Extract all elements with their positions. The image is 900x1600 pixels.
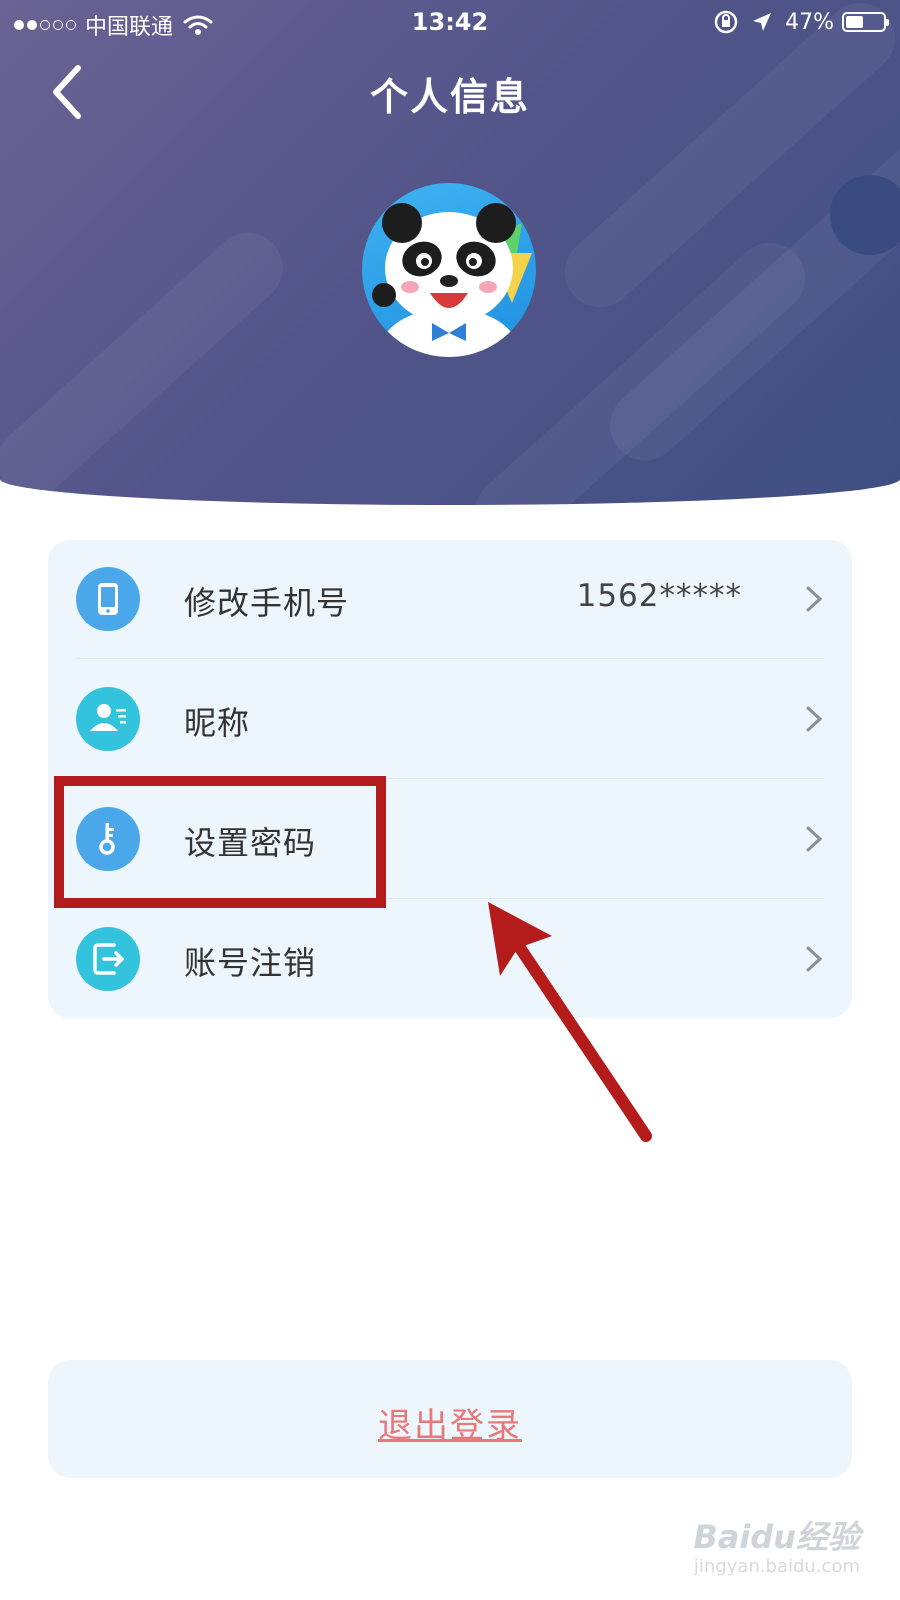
exit-icon (76, 927, 140, 991)
location-arrow-icon (753, 13, 772, 31)
chevron-right-icon (806, 586, 823, 612)
phone-icon (76, 567, 140, 631)
nickname-row[interactable]: 昵称 (48, 660, 852, 778)
logout-label: 退出登录 (378, 1406, 522, 1446)
divider (76, 658, 824, 659)
panda-avatar-image (372, 203, 532, 357)
watermark-url: jingyan.baidu.com (693, 1556, 860, 1577)
rotation-lock-icon (714, 10, 738, 34)
phone-number-value: 1562***** (576, 578, 742, 614)
change-phone-row[interactable]: 修改手机号 1562***** (48, 540, 852, 658)
nickname-label: 昵称 (184, 704, 251, 742)
user-card-icon (76, 687, 140, 751)
chevron-right-icon (806, 706, 823, 732)
deactivate-account-row[interactable]: 账号注销 (48, 900, 852, 1018)
battery-percent: 47% (785, 9, 834, 35)
logout-button[interactable]: 退出登录 (48, 1360, 852, 1478)
avatar[interactable] (362, 183, 536, 357)
deactivate-account-label: 账号注销 (184, 944, 317, 982)
decorative-circle (830, 175, 900, 255)
chevron-right-icon (806, 826, 823, 852)
page-title: 个人信息 (369, 75, 530, 119)
chevron-right-icon (806, 946, 823, 972)
battery-icon (842, 12, 889, 32)
annotation-highlight-box (54, 776, 386, 908)
change-phone-label: 修改手机号 (184, 584, 350, 622)
watermark-brand: Baidu经验 (693, 1518, 860, 1556)
status-bar: 中国联通 13:42 47% (0, 0, 900, 44)
